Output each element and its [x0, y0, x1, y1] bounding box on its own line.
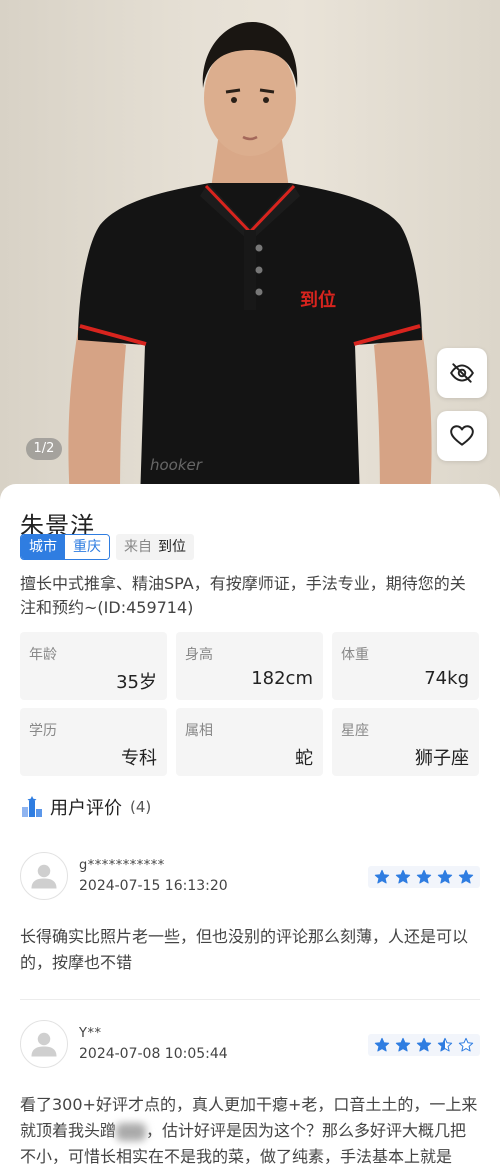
stats-grid: 年龄 35岁 身高 182cm 体重 74kg 学历 专科 属相 蛇 星座 狮子… [20, 632, 480, 776]
review-user: g*********** [79, 858, 165, 873]
stat-label: 体重 [341, 647, 369, 663]
city-tag-key: 城市 [21, 535, 65, 559]
stat-label: 身高 [185, 647, 213, 663]
stat-label: 星座 [341, 723, 369, 739]
shirt-logo: 到位 [300, 289, 336, 311]
user-icon [31, 1032, 57, 1057]
stat-value: 74kg [424, 668, 469, 689]
reviews-count: (4) [130, 798, 152, 816]
watermark: hooker [150, 456, 202, 474]
star-icon [395, 1037, 411, 1052]
reviews-title: 用户评价 [50, 798, 122, 819]
source-tag-value: 到位 [158, 539, 186, 555]
image-counter: 1/2 [26, 438, 62, 460]
star-icon [437, 1037, 453, 1052]
reviews-icon [22, 796, 42, 817]
review-text: 看了300+好评才点的，真人更加干瘪+老，口音土土的，一上来就顶着我头蹭 ，估计好… [20, 1092, 480, 1173]
divider [20, 999, 480, 1000]
stat-value: 35岁 [116, 672, 157, 693]
city-tag[interactable]: 城市 重庆 [20, 534, 110, 560]
stat-star-sign: 星座 狮子座 [332, 708, 479, 776]
stat-label: 属相 [185, 723, 213, 739]
photo-illustration: 到位 [68, 22, 432, 500]
stat-value: 专科 [121, 748, 157, 769]
stat-weight: 体重 74kg [332, 632, 479, 700]
rating-stars [368, 866, 480, 888]
user-icon [31, 864, 57, 889]
star-icon [374, 1037, 390, 1052]
heart-icon [450, 425, 474, 446]
star-icon [458, 1037, 474, 1052]
stat-value: 狮子座 [415, 748, 469, 769]
star-icon [416, 1037, 432, 1052]
profile-bio: 擅长中式推拿、精油SPA，有按摩师证，手法专业，期待您的关注和预约~(ID:45… [20, 574, 466, 617]
city-tag-value: 重庆 [65, 535, 109, 559]
favorite-button[interactable] [437, 411, 487, 461]
star-icon [395, 869, 411, 884]
avatar [20, 852, 68, 900]
stat-label: 年龄 [29, 647, 57, 663]
stat-age: 年龄 35岁 [20, 632, 167, 700]
avatar [20, 1020, 68, 1068]
profile-card: 朱景洋 城市 重庆 来自 到位 擅长中式推拿、精油SPA，有按摩师证，手法专业，期… [0, 484, 500, 1173]
stat-value: 蛇 [295, 748, 313, 769]
star-icon [416, 869, 432, 884]
eye-off-icon [450, 363, 474, 383]
review-text: 长得确实比照片老一些，但也没别的评论那么刻薄，人还是可以的，按摩也不错 [20, 927, 469, 972]
hide-button[interactable] [437, 348, 487, 398]
star-icon [437, 869, 453, 884]
star-icon [374, 869, 390, 884]
source-tag: 来自 到位 [116, 534, 194, 560]
profile-tags: 城市 重庆 来自 到位 [20, 534, 194, 560]
review-time: 2024-07-15 16:13:20 [79, 878, 228, 894]
rating-stars [368, 1034, 480, 1056]
review-time: 2024-07-08 10:05:44 [79, 1046, 228, 1062]
stat-height: 身高 182cm [176, 632, 323, 700]
profile-photo[interactable]: 到位 1/2 hooker [0, 0, 500, 500]
stat-label: 学历 [29, 723, 57, 739]
blurred-text [116, 1122, 147, 1141]
star-icon [458, 869, 474, 884]
stat-education: 学历 专科 [20, 708, 167, 776]
reviews-header: 用户评价 (4) [20, 794, 151, 820]
source-tag-key: 来自 [124, 539, 152, 555]
review-user: Y** [79, 1026, 102, 1041]
stat-value: 182cm [251, 668, 313, 689]
stat-zodiac-animal: 属相 蛇 [176, 708, 323, 776]
